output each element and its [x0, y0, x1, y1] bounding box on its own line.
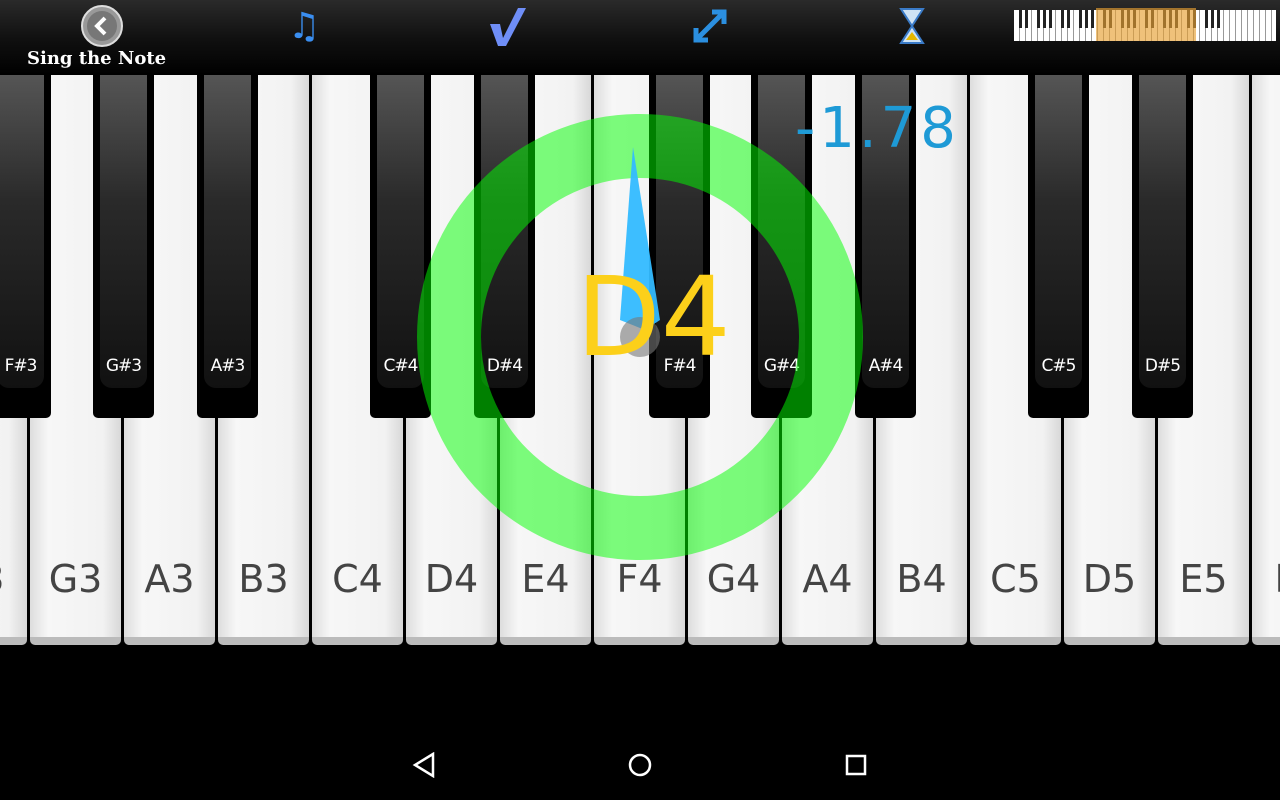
back-icon[interactable] — [412, 752, 436, 778]
cents-offset: -1.78 — [795, 96, 960, 161]
recents-icon[interactable] — [844, 752, 868, 778]
system-navbar — [0, 730, 1280, 800]
tuner-needle — [620, 147, 660, 357]
detected-note: D4 — [576, 253, 731, 381]
home-icon[interactable] — [627, 752, 653, 778]
